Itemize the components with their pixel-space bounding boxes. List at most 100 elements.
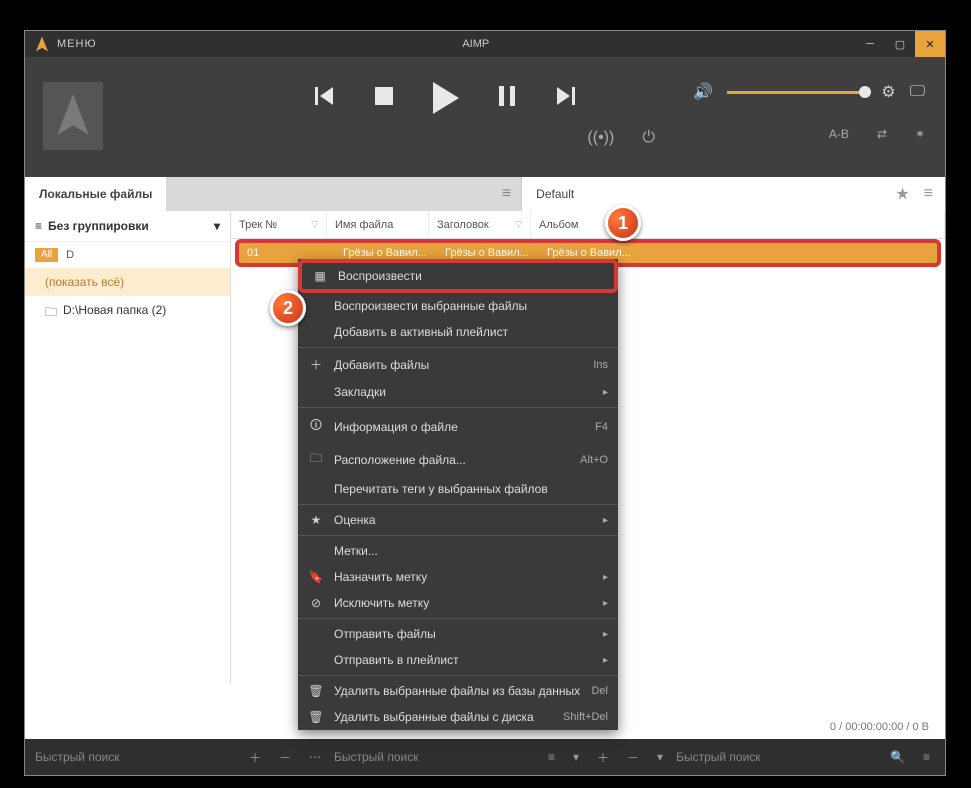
delete-icon: 🗑: [308, 684, 324, 698]
app-logo-icon: [33, 35, 51, 53]
star-icon: ★: [308, 513, 324, 527]
next-button[interactable]: [555, 87, 575, 110]
ctx-add-active-playlist[interactable]: Добавить в активный плейлист: [298, 319, 618, 345]
repeat-button[interactable]: ⇄: [877, 127, 887, 141]
sidebar: ≡ Без группировки ▾ All D (показать всё)…: [25, 211, 231, 683]
display-button[interactable]: 🖵: [910, 83, 925, 101]
cell-title: Грёзы о Вавил...: [437, 247, 539, 259]
remove-2-button[interactable]: －: [622, 749, 644, 766]
plus-icon: ＋: [308, 356, 324, 373]
add-2-button[interactable]: ＋: [592, 749, 614, 766]
sidebar-show-all[interactable]: (показать всё): [25, 268, 230, 296]
player-panel: 🔊 ⚙ 🖵 ((•)) ⏻ A-B ⇄ ✶: [25, 57, 945, 177]
delete-disk-icon: 🗑: [308, 710, 324, 724]
context-menu: ▦Воспроизвести Воспроизвести выбранные ф…: [298, 259, 618, 730]
timer-icon[interactable]: ⏻: [642, 129, 655, 147]
menu-button[interactable]: МЕНЮ: [57, 38, 97, 50]
remove-button[interactable]: －: [274, 749, 296, 766]
grouping-dropdown[interactable]: ≡ Без группировки ▾: [25, 211, 230, 242]
tab-default[interactable]: Default: [521, 177, 588, 211]
ctx-sep: [298, 407, 618, 408]
prev-button[interactable]: [315, 87, 335, 110]
col-album[interactable]: Альбом: [531, 211, 945, 238]
quick-search-2[interactable]: Быстрый поиск: [334, 750, 535, 764]
volume-icon[interactable]: 🔊: [693, 82, 713, 102]
app-title: AIMP: [97, 38, 855, 50]
ctx-file-location[interactable]: 🗀Расположение файла...Alt+O: [298, 443, 618, 476]
tab-menu-icon[interactable]: ≡: [502, 185, 511, 203]
ctx-send-files[interactable]: Отправить файлы: [298, 621, 618, 647]
ctx-sep: [298, 535, 618, 536]
volume-slider[interactable]: [727, 91, 867, 94]
radio-icon[interactable]: ((•)): [587, 129, 614, 147]
more-button[interactable]: ⋯: [304, 750, 326, 764]
status-text: 0 / 00:00:00:00 / 0 B: [830, 721, 929, 733]
ctx-add-files[interactable]: ＋Добавить файлыIns: [298, 350, 618, 379]
ctx-delete-disk[interactable]: 🗑Удалить выбранные файлы с дискаShift+De…: [298, 704, 618, 730]
transport-controls: [315, 82, 575, 114]
sidebar-folder-label: D:\Новая папка (2): [63, 303, 166, 324]
ctx-send-playlist[interactable]: Отправить в плейлист: [298, 647, 618, 673]
aimp-logo-icon: [54, 94, 92, 138]
chip-all[interactable]: All: [35, 248, 58, 262]
sidebar-folder[interactable]: 🗀 D:\Новая папка (2): [25, 296, 230, 331]
bookmark-off-icon: ⊘: [308, 596, 324, 610]
folder-icon: 🗀: [308, 449, 324, 470]
ctx-bookmarks[interactable]: Закладки: [298, 379, 618, 405]
ctx-exclude-label[interactable]: ⊘Исключить метку: [298, 590, 618, 616]
hamburger-icon: ≡: [35, 219, 42, 233]
pause-button[interactable]: [499, 86, 515, 111]
column-headers: Трек №▽ Имя файла Заголовок▽ Альбом: [231, 211, 945, 239]
tabs-bar: Локальные файлы ≡ Default ★ ≡: [25, 177, 945, 211]
ctx-sep: [298, 347, 618, 348]
col-file[interactable]: Имя файла: [327, 211, 429, 238]
ctx-labels[interactable]: Метки...: [298, 538, 618, 564]
info-icon: 🛈: [308, 416, 324, 437]
play-icon: ▦: [312, 269, 328, 283]
ctx-rating[interactable]: ★Оценка: [298, 507, 618, 533]
shuffle-button[interactable]: ✶: [915, 127, 925, 141]
album-art-placeholder: [43, 82, 103, 150]
ctx-file-info[interactable]: 🛈Информация о файлеF4: [298, 410, 618, 443]
ctx-sep: [298, 618, 618, 619]
col-track[interactable]: Трек №▽: [231, 211, 327, 238]
maximize-button[interactable]: ▢: [885, 31, 915, 57]
play-button[interactable]: [433, 82, 459, 114]
footer-bar: Быстрый поиск ＋ － ⋯ Быстрый поиск ≡ ▾ ＋ …: [25, 739, 945, 775]
ctx-play[interactable]: ▦Воспроизвести: [298, 259, 618, 293]
ctx-sep: [298, 504, 618, 505]
chevron-down-icon: ▾: [214, 219, 220, 233]
search-icon[interactable]: 🔍: [885, 750, 910, 764]
volume-row: 🔊 ⚙ 🖵: [693, 82, 925, 102]
close-button[interactable]: ✕: [915, 31, 945, 57]
quick-search-input[interactable]: Быстрый поиск: [35, 750, 236, 764]
ctx-assign-label[interactable]: 🔖Назначить метку: [298, 564, 618, 590]
tab-local-files[interactable]: Локальные файлы: [25, 177, 166, 211]
favorite-icon[interactable]: ★: [895, 184, 909, 204]
cell-album: Грёзы о Вавил...: [539, 247, 937, 259]
ctx-sep: [298, 675, 618, 676]
ctx-play-selected[interactable]: Воспроизвести выбранные файлы: [298, 293, 618, 319]
stop-button[interactable]: [375, 87, 393, 110]
filter-chips: All D: [25, 242, 230, 268]
grouping-label: Без группировки: [48, 219, 149, 233]
sort-icon[interactable]: ▾: [568, 750, 584, 764]
chip-d[interactable]: D: [62, 248, 78, 262]
quick-search-3[interactable]: Быстрый поиск: [676, 750, 877, 764]
list-icon[interactable]: ≡: [543, 750, 560, 764]
playlist-menu-icon[interactable]: ≡: [924, 185, 933, 203]
sort-2-button[interactable]: ▾: [652, 750, 668, 764]
col-title[interactable]: Заголовок▽: [429, 211, 531, 238]
add-button[interactable]: ＋: [244, 749, 266, 766]
cell-file: Грёзы о Вавил...: [335, 247, 437, 259]
menu-3-icon[interactable]: ≡: [918, 750, 935, 764]
titlebar: МЕНЮ AIMP ─ ▢ ✕: [25, 31, 945, 57]
ctx-reread-tags[interactable]: Перечитать теги у выбранных файлов: [298, 476, 618, 502]
annotation-badge-2: 2: [270, 290, 306, 326]
equalizer-button[interactable]: ⚙: [881, 82, 895, 102]
ctx-delete-db[interactable]: 🗑Удалить выбранные файлы из базы данныхD…: [298, 678, 618, 704]
folder-icon: 🗀: [45, 303, 57, 324]
ab-repeat-button[interactable]: A-B: [829, 127, 849, 141]
minimize-button[interactable]: ─: [855, 31, 885, 57]
annotation-badge-1: 1: [605, 205, 641, 241]
